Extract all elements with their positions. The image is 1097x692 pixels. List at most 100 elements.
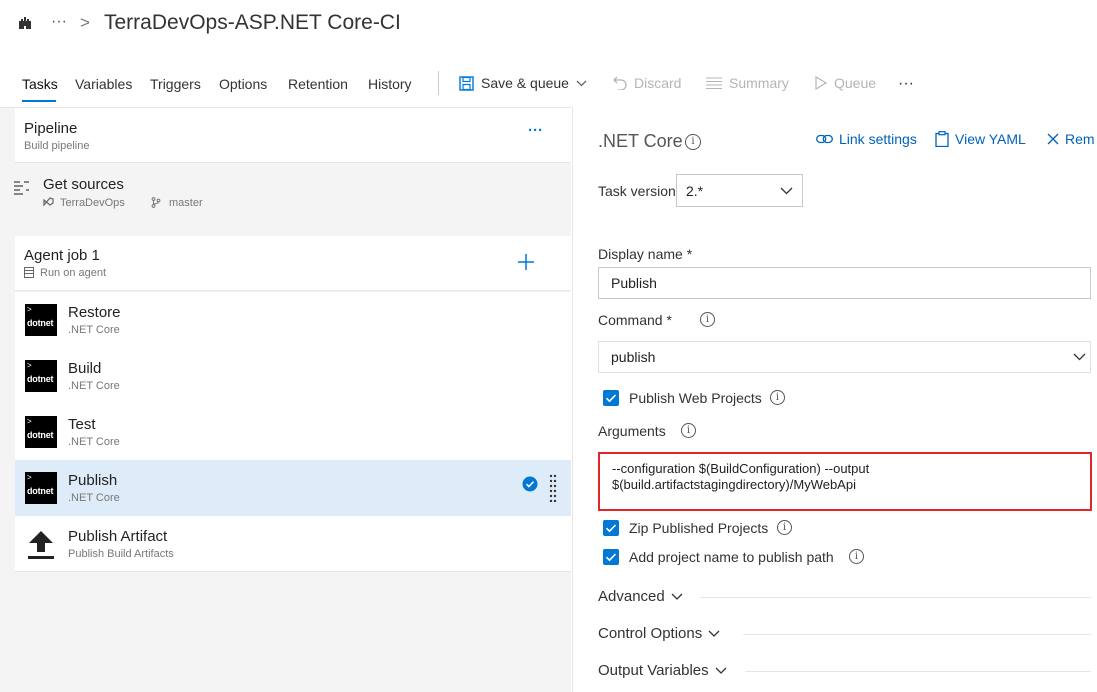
task-type: .NET Core xyxy=(68,492,120,504)
view-yaml-button[interactable]: View YAML xyxy=(935,131,1026,147)
queue-label: Queue xyxy=(834,75,877,91)
info-icon[interactable]: i xyxy=(849,549,864,564)
check-circle-icon xyxy=(522,476,538,492)
pipeline-subtitle: Build pipeline xyxy=(24,140,90,152)
save-icon xyxy=(459,75,474,91)
link-settings-button[interactable]: Link settings xyxy=(816,131,917,147)
discard-button[interactable]: Discard xyxy=(613,75,681,91)
dotnet-icon: > dotnet xyxy=(25,416,57,448)
task-type: Publish Build Artifacts xyxy=(68,548,174,560)
publish-web-projects-checkbox[interactable] xyxy=(603,390,619,406)
task-type: .NET Core xyxy=(68,436,120,448)
link-settings-label: Link settings xyxy=(839,131,917,147)
view-yaml-label: View YAML xyxy=(955,131,1026,147)
command-label: Command * xyxy=(598,312,672,328)
clipboard-icon xyxy=(935,131,949,147)
command-select[interactable]: publish xyxy=(598,341,1091,373)
tab-history[interactable]: History xyxy=(368,76,412,92)
close-icon xyxy=(1047,133,1059,145)
task-details-panel: .NET Core i Link settings View YAML Rem … xyxy=(572,107,1097,692)
page-title: TerraDevOps-ASP.NET Core-CI xyxy=(104,11,401,34)
task-item-publish-artifact[interactable]: Publish Artifact Publish Build Artifacts xyxy=(15,516,571,572)
task-name: Restore xyxy=(68,304,121,321)
discard-label: Discard xyxy=(634,75,682,91)
branch-name: master xyxy=(169,197,203,209)
castle-icon[interactable] xyxy=(18,16,32,30)
info-icon[interactable]: i xyxy=(777,520,792,535)
agent-job-header[interactable]: Agent job 1 Run on agent xyxy=(15,236,571,291)
zip-published-projects-label: Zip Published Projects xyxy=(629,520,769,536)
section-divider xyxy=(745,671,1091,672)
add-project-name-label: Add project name to publish path xyxy=(629,549,834,565)
chevron-down-icon xyxy=(576,80,587,87)
branch-icon xyxy=(151,197,161,208)
vs-repo-icon xyxy=(43,197,54,208)
pipeline-header[interactable]: Pipeline Build pipeline ··· xyxy=(15,108,571,163)
info-icon[interactable]: i xyxy=(700,312,715,327)
dotnet-icon: > dotnet xyxy=(25,304,57,336)
undo-icon xyxy=(613,76,627,90)
task-version-value: 2.* xyxy=(686,182,704,199)
drag-handle-icon[interactable] xyxy=(549,474,557,502)
more-actions-button[interactable]: ··· xyxy=(898,75,914,93)
header: ··· > TerraDevOps-ASP.NET Core-CI xyxy=(0,0,1097,50)
info-icon[interactable]: i xyxy=(685,134,701,150)
section-divider xyxy=(743,634,1091,635)
agent-job-title: Agent job 1 xyxy=(24,247,100,264)
save-queue-button[interactable]: Save & queue xyxy=(459,75,587,91)
list-icon xyxy=(706,77,722,89)
pipeline-title: Pipeline xyxy=(24,120,78,137)
task-item-restore[interactable]: > dotnet Restore .NET Core xyxy=(15,292,571,348)
pipeline-more-button[interactable]: ··· xyxy=(528,122,543,139)
dotnet-icon: > dotnet xyxy=(25,472,57,504)
display-name-label: Display name * xyxy=(598,246,693,262)
task-item-test[interactable]: > dotnet Test .NET Core xyxy=(15,404,571,460)
dotnet-icon: > dotnet xyxy=(25,360,57,392)
pipeline-panel: Pipeline Build pipeline ··· Get sources … xyxy=(0,107,571,692)
chevron-down-icon xyxy=(1073,353,1086,361)
remove-button[interactable]: Rem xyxy=(1047,131,1095,147)
tab-triggers[interactable]: Triggers xyxy=(150,76,201,92)
zip-published-projects-checkbox[interactable] xyxy=(603,520,619,536)
chevron-down-icon xyxy=(671,593,683,600)
get-sources-title: Get sources xyxy=(43,176,124,193)
task-name: Test xyxy=(68,416,96,433)
add-project-name-checkbox[interactable] xyxy=(603,549,619,565)
sources-icon xyxy=(14,181,29,195)
add-task-icon[interactable] xyxy=(517,253,535,271)
chevron-down-icon xyxy=(715,667,727,674)
tab-options[interactable]: Options xyxy=(219,76,267,92)
link-icon xyxy=(816,134,833,144)
command-value: publish xyxy=(611,349,656,365)
queue-button[interactable]: Queue xyxy=(815,75,876,91)
active-tab-indicator xyxy=(22,100,56,102)
task-item-publish[interactable]: > dotnet Publish .NET Core xyxy=(15,460,571,516)
breadcrumb-chevron: > xyxy=(80,13,90,32)
summary-button[interactable]: Summary xyxy=(706,75,789,91)
agent-job-subtitle: Run on agent xyxy=(40,267,107,279)
task-version-select[interactable]: 2.* xyxy=(676,174,803,207)
tab-retention[interactable]: Retention xyxy=(288,76,348,92)
arguments-line-2: $(build.artifactstagingdirectory)/MyWebA… xyxy=(612,477,856,492)
info-icon[interactable]: i xyxy=(770,390,785,405)
section-divider xyxy=(700,597,1091,598)
display-name-input[interactable]: Publish xyxy=(598,267,1091,299)
repo-name: TerraDevOps xyxy=(60,197,125,209)
tab-tasks[interactable]: Tasks xyxy=(22,76,58,92)
task-type: .NET Core xyxy=(68,324,120,336)
section-title: Advanced xyxy=(598,588,665,605)
task-version-label: Task version xyxy=(598,183,676,199)
arguments-textarea[interactable]: --configuration $(BuildConfiguration) --… xyxy=(598,452,1092,511)
get-sources-item[interactable]: Get sources TerraDevOps master xyxy=(0,170,571,220)
info-icon[interactable]: i xyxy=(681,423,696,438)
task-item-build[interactable]: > dotnet Build .NET Core xyxy=(15,348,571,404)
section-control-options[interactable]: Control Options xyxy=(598,625,720,642)
tab-variables[interactable]: Variables xyxy=(75,76,132,92)
section-output-variables[interactable]: Output Variables xyxy=(598,662,727,679)
tab-bar: Tasks Variables Triggers Options Retenti… xyxy=(0,64,1097,104)
chevron-down-icon xyxy=(780,187,793,195)
breadcrumb-ellipsis[interactable]: ··· xyxy=(51,13,67,31)
section-title: Output Variables xyxy=(598,662,709,679)
arguments-label: Arguments xyxy=(598,423,666,439)
section-advanced[interactable]: Advanced xyxy=(598,588,683,605)
